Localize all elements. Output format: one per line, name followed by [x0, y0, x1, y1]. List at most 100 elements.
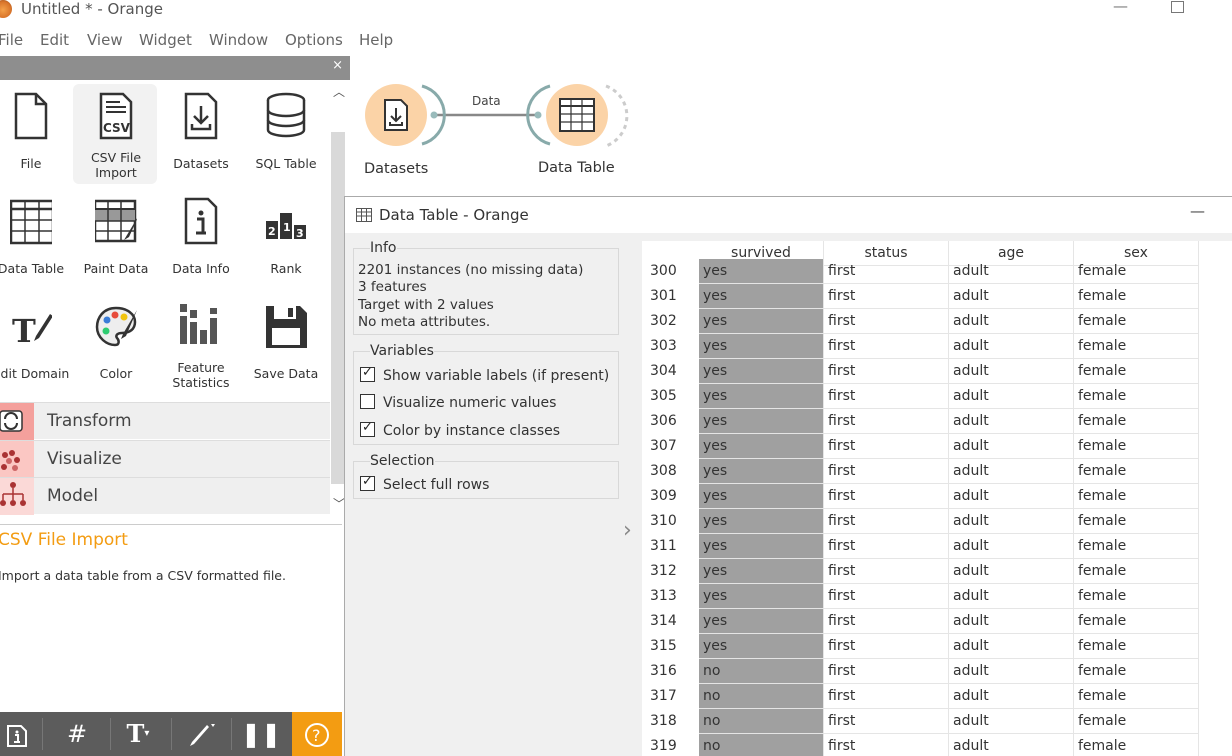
table-row[interactable]: 305 yes first adult female	[642, 384, 1232, 409]
table-cell[interactable]: adult	[949, 409, 1074, 434]
table-cell[interactable]: yes	[699, 484, 824, 509]
table-cell[interactable]: female	[1074, 484, 1199, 509]
workflow-canvas[interactable]: Datasets Data Table Data	[350, 56, 1232, 196]
table-cell[interactable]: female	[1074, 409, 1199, 434]
menu-file[interactable]: File	[0, 31, 23, 49]
table-cell[interactable]: female	[1074, 534, 1199, 559]
table-cell[interactable]: adult	[949, 309, 1074, 334]
table-cell[interactable]: female	[1074, 309, 1199, 334]
widget-paint-data[interactable]: Paint Data	[73, 189, 157, 289]
table-cell[interactable]: female	[1074, 709, 1199, 734]
widget-rank[interactable]: 2 1 3 Rank	[243, 189, 327, 289]
table-row[interactable]: 312 yes first adult female	[642, 559, 1232, 584]
table-row[interactable]: 301 yes first adult female	[642, 284, 1232, 309]
table-cell[interactable]: first	[824, 284, 949, 309]
table-cell[interactable]: adult	[949, 484, 1074, 509]
table-cell[interactable]: yes	[699, 284, 824, 309]
table-cell[interactable]: female	[1074, 659, 1199, 684]
table-cell[interactable]: first	[824, 534, 949, 559]
select-full-rows-checkbox[interactable]: Select full rows	[360, 474, 489, 493]
table-row[interactable]: 314 yes first adult female	[642, 609, 1232, 634]
node-datasets[interactable]	[365, 84, 427, 146]
table-row[interactable]: 307 yes first adult female	[642, 434, 1232, 459]
pause-button[interactable]: ❚❚	[236, 712, 286, 756]
table-row[interactable]: 304 yes first adult female	[642, 359, 1232, 384]
table-cell[interactable]: yes	[699, 559, 824, 584]
widget-data-info[interactable]: Data Info	[158, 189, 242, 289]
table-cell[interactable]: adult	[949, 509, 1074, 534]
table-cell[interactable]: yes	[699, 259, 824, 284]
category-transform[interactable]: Transform	[0, 402, 330, 440]
table-cell[interactable]: adult	[949, 259, 1074, 284]
table-cell[interactable]: female	[1074, 359, 1199, 384]
table-cell[interactable]: first	[824, 634, 949, 659]
table-row[interactable]: 317 no first adult female	[642, 684, 1232, 709]
table-row[interactable]: 310 yes first adult female	[642, 509, 1232, 534]
table-cell[interactable]: yes	[699, 359, 824, 384]
table-cell[interactable]: no	[699, 659, 824, 684]
node-data-table[interactable]	[546, 84, 608, 146]
widget-feature-statistics[interactable]: Feature Statistics	[158, 294, 242, 394]
arrow-annotation-button[interactable]	[176, 712, 226, 756]
table-cell[interactable]: female	[1074, 684, 1199, 709]
scroll-thumb[interactable]	[331, 132, 345, 484]
table-cell[interactable]: first	[824, 559, 949, 584]
table-cell[interactable]: first	[824, 509, 949, 534]
menu-options[interactable]: Options	[285, 31, 343, 49]
menu-edit[interactable]: Edit	[40, 31, 69, 49]
table-cell[interactable]: adult	[949, 459, 1074, 484]
menu-window[interactable]: Window	[209, 31, 268, 49]
widget-file[interactable]: File	[0, 84, 72, 184]
table-cell[interactable]: yes	[699, 459, 824, 484]
table-cell[interactable]: adult	[949, 634, 1074, 659]
table-cell[interactable]: adult	[949, 359, 1074, 384]
widget-data-table[interactable]: Data Table	[0, 189, 72, 289]
table-cell[interactable]: yes	[699, 634, 824, 659]
visualize-numeric-values-checkbox[interactable]: Visualize numeric values	[360, 394, 556, 411]
table-cell[interactable]: first	[824, 609, 949, 634]
table-row[interactable]: 300 yes first adult female	[642, 259, 1232, 284]
table-cell[interactable]: adult	[949, 384, 1074, 409]
color-by-instance-classes-checkbox[interactable]: Color by instance classes	[360, 420, 560, 439]
table-cell[interactable]: adult	[949, 684, 1074, 709]
table-cell[interactable]: first	[824, 684, 949, 709]
scroll-up-arrow-icon[interactable]: ︿	[333, 83, 345, 100]
minimize-button[interactable]: —	[1113, 0, 1128, 14]
menu-widget[interactable]: Widget	[139, 31, 192, 49]
table-cell[interactable]: first	[824, 384, 949, 409]
table-cell[interactable]: adult	[949, 434, 1074, 459]
table-cell[interactable]: adult	[949, 334, 1074, 359]
table-row[interactable]: 308 yes first adult female	[642, 459, 1232, 484]
table-cell[interactable]: first	[824, 434, 949, 459]
table-row[interactable]: 313 yes first adult female	[642, 584, 1232, 609]
table-cell[interactable]: yes	[699, 609, 824, 634]
widget-csv-file-import[interactable]: CSV CSV File Import	[73, 84, 157, 184]
table-cell[interactable]: first	[824, 459, 949, 484]
table-row[interactable]: 318 no first adult female	[642, 709, 1232, 734]
table-cell[interactable]: yes	[699, 384, 824, 409]
table-cell[interactable]: yes	[699, 334, 824, 359]
collapse-panel-chevron-icon[interactable]: ›	[623, 518, 632, 543]
table-cell[interactable]: adult	[949, 609, 1074, 634]
table-cell[interactable]: adult	[949, 584, 1074, 609]
grid-button[interactable]: #	[52, 712, 102, 756]
table-cell[interactable]: first	[824, 709, 949, 734]
show-variable-labels-checkbox[interactable]: Show variable labels (if present)	[360, 365, 609, 384]
table-cell[interactable]: female	[1074, 434, 1199, 459]
table-cell[interactable]: female	[1074, 734, 1199, 756]
table-row[interactable]: 306 yes first adult female	[642, 409, 1232, 434]
table-cell[interactable]: first	[824, 359, 949, 384]
widget-edit-domain[interactable]: T Edit Domain	[0, 294, 72, 394]
table-cell[interactable]: first	[824, 659, 949, 684]
table-cell[interactable]: adult	[949, 284, 1074, 309]
widget-sql-table[interactable]: SQL Table	[243, 84, 327, 184]
maximize-button[interactable]	[1171, 1, 1184, 13]
info-button[interactable]	[0, 712, 42, 756]
table-cell[interactable]: adult	[949, 734, 1074, 756]
category-visualize[interactable]: Visualize	[0, 440, 330, 478]
table-cell[interactable]: no	[699, 709, 824, 734]
table-cell[interactable]: female	[1074, 559, 1199, 584]
table-cell[interactable]: yes	[699, 409, 824, 434]
table-cell[interactable]: no	[699, 684, 824, 709]
table-cell[interactable]: first	[824, 734, 949, 756]
